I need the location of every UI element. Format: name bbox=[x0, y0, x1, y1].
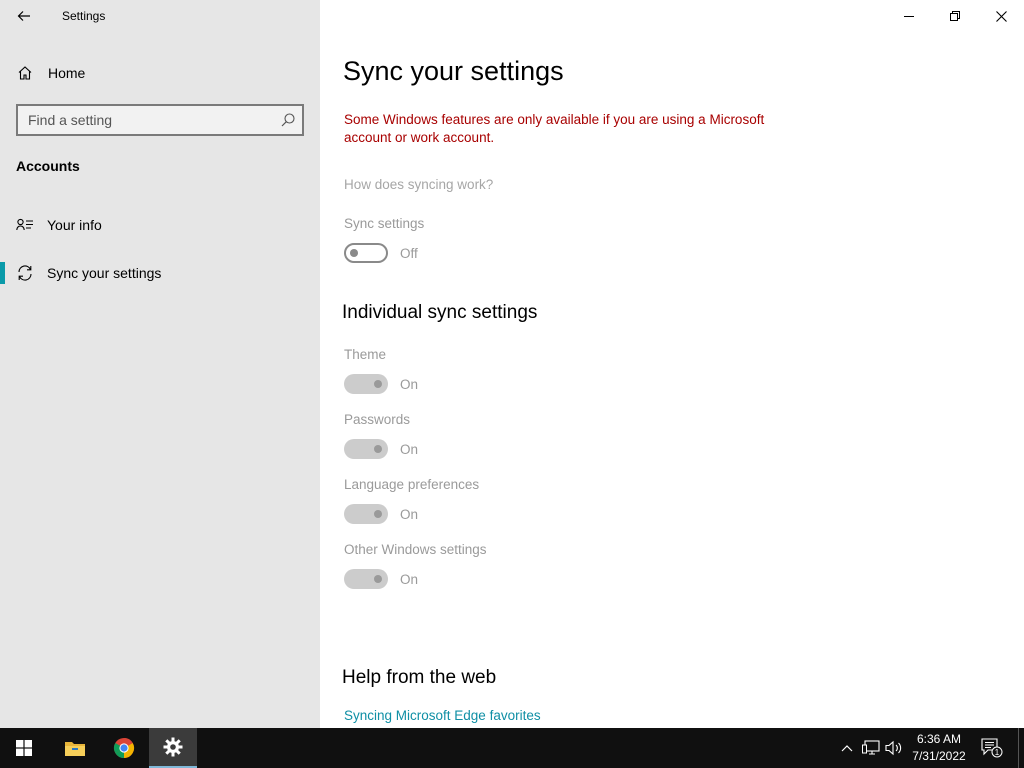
chevron-up-icon bbox=[841, 745, 853, 752]
back-button[interactable] bbox=[12, 4, 36, 28]
sync-settings-label: Sync settings bbox=[344, 216, 425, 231]
show-desktop-button[interactable] bbox=[1018, 728, 1024, 768]
person-list-icon bbox=[16, 216, 34, 234]
toggle-knob bbox=[350, 249, 358, 257]
language-preferences-state: On bbox=[400, 507, 419, 522]
search-input[interactable] bbox=[18, 106, 268, 134]
toggle-knob bbox=[374, 510, 382, 518]
page-title: Sync your settings bbox=[343, 56, 564, 86]
network-icon bbox=[862, 740, 880, 755]
help-heading: Help from the web bbox=[342, 667, 497, 688]
settings-taskbar-button[interactable] bbox=[149, 728, 197, 768]
taskbar: 6:36 AM 7/31/2022 1 bbox=[0, 728, 1024, 768]
network-button[interactable] bbox=[861, 738, 881, 758]
individual-sync-heading: Individual sync settings bbox=[342, 302, 538, 323]
back-arrow-icon bbox=[17, 11, 30, 21]
active-indicator bbox=[0, 262, 5, 284]
notification-icon: 1 bbox=[981, 738, 1003, 758]
chrome-icon bbox=[113, 737, 135, 759]
chrome-button[interactable] bbox=[100, 728, 148, 768]
sidebar-item-your-info[interactable]: Your info bbox=[0, 207, 320, 243]
main-content: Sync your settings Some Windows features… bbox=[320, 0, 1024, 728]
other-windows-settings-toggle bbox=[344, 569, 388, 589]
windows-logo-icon bbox=[16, 740, 32, 756]
toggle-knob bbox=[374, 380, 382, 388]
other-windows-settings-label: Other Windows settings bbox=[344, 542, 487, 557]
action-center-button[interactable]: 1 bbox=[980, 738, 1004, 758]
sidebar-item-label: Your info bbox=[47, 217, 102, 233]
how-syncing-works-link: How does syncing work? bbox=[344, 177, 494, 192]
account-warning: Some Windows features are only available… bbox=[344, 112, 765, 145]
sidebar-item-label: Home bbox=[48, 65, 86, 81]
search-icon[interactable] bbox=[280, 112, 296, 128]
file-explorer-button[interactable] bbox=[51, 728, 99, 768]
sidebar-item-home[interactable]: Home bbox=[0, 55, 320, 91]
taskbar-clock[interactable]: 6:36 AM 7/31/2022 bbox=[908, 731, 970, 765]
clock-time: 6:36 AM bbox=[916, 732, 962, 746]
other-windows-settings-state: On bbox=[400, 572, 419, 587]
toggle-knob bbox=[374, 445, 382, 453]
language-preferences-label: Language preferences bbox=[344, 477, 480, 492]
clock-date: 7/31/2022 bbox=[912, 749, 966, 763]
language-preferences-toggle bbox=[344, 504, 388, 524]
volume-button[interactable] bbox=[884, 738, 904, 758]
passwords-label: Passwords bbox=[344, 412, 411, 427]
start-button[interactable] bbox=[0, 728, 48, 768]
sidebar: Settings Home Accounts Your info Sync yo… bbox=[0, 0, 320, 728]
home-icon bbox=[16, 64, 34, 82]
sync-settings-state: Off bbox=[400, 246, 418, 261]
folder-icon bbox=[65, 742, 85, 756]
gear-icon bbox=[163, 737, 183, 757]
show-hidden-icons-button[interactable] bbox=[838, 738, 856, 758]
theme-label: Theme bbox=[344, 347, 387, 362]
notification-count: 1 bbox=[995, 748, 1000, 757]
toggle-knob bbox=[374, 575, 382, 583]
sidebar-item-sync-your-settings[interactable]: Sync your settings bbox=[0, 255, 320, 291]
theme-toggle bbox=[344, 374, 388, 394]
section-title-accounts: Accounts bbox=[16, 158, 80, 174]
window-title: Settings bbox=[62, 9, 106, 23]
sync-settings-toggle bbox=[344, 243, 388, 263]
speaker-icon bbox=[885, 740, 902, 756]
sync-icon bbox=[16, 264, 34, 282]
theme-state: On bbox=[400, 377, 419, 392]
help-link-edge-favorites[interactable]: Syncing Microsoft Edge favorites bbox=[344, 708, 541, 723]
passwords-state: On bbox=[400, 442, 419, 457]
search-box[interactable] bbox=[16, 104, 304, 136]
sidebar-item-label: Sync your settings bbox=[47, 265, 162, 281]
passwords-toggle bbox=[344, 439, 388, 459]
